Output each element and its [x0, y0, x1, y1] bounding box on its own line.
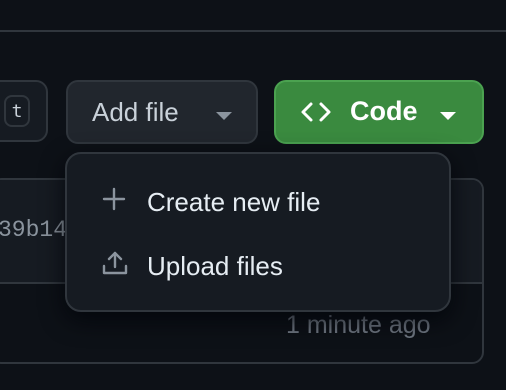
- code-button[interactable]: Code: [274, 80, 484, 144]
- chevron-down-icon: [216, 112, 232, 120]
- add-file-button[interactable]: Add file: [66, 80, 258, 144]
- upload-icon: [101, 249, 129, 284]
- menu-item-label: Upload files: [147, 250, 283, 281]
- plus-icon: [101, 186, 127, 219]
- keyboard-shortcut-hint: t: [4, 95, 30, 127]
- menu-item-upload-files[interactable]: Upload files: [67, 238, 449, 294]
- add-file-label: Add file: [92, 96, 179, 127]
- code-icon: [300, 100, 332, 131]
- chevron-down-icon: [440, 112, 456, 120]
- code-label: Code: [350, 96, 418, 126]
- commit-timestamp: 1 minute ago: [286, 311, 431, 339]
- add-file-dropdown-menu: Create new file Upload files: [65, 152, 451, 312]
- top-divider: [0, 30, 506, 32]
- menu-item-label: Create new file: [147, 186, 321, 217]
- menu-item-create-new-file[interactable]: Create new file: [67, 174, 449, 230]
- commit-hash-link[interactable]: 39b14: [0, 217, 67, 243]
